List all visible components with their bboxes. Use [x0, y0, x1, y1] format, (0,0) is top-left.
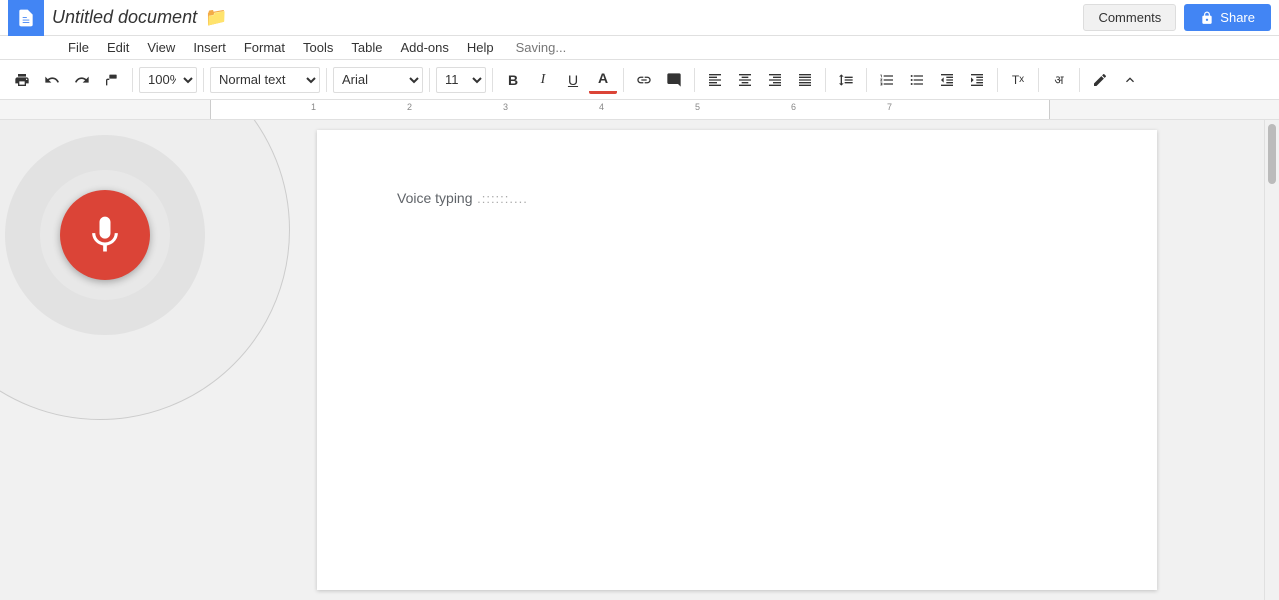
- microphone-icon: [83, 213, 127, 257]
- menu-bar: File Edit View Insert Format Tools Table…: [0, 36, 1279, 60]
- voice-circle-inner: [40, 170, 170, 300]
- style-select[interactable]: Normal text Heading 1 Heading 2 Title: [210, 67, 320, 93]
- separator-9: [866, 68, 867, 92]
- separator-4: [429, 68, 430, 92]
- separator-2: [203, 68, 204, 92]
- top-bar: Untitled document 📁 Comments Share: [0, 0, 1279, 36]
- scrollbar-thumb[interactable]: [1268, 124, 1276, 184]
- paint-format-button[interactable]: [98, 66, 126, 94]
- align-center-button[interactable]: [731, 66, 759, 94]
- folder-icon[interactable]: 📁: [205, 7, 227, 28]
- comments-button[interactable]: Comments: [1083, 4, 1176, 31]
- document-content[interactable]: Voice typing .::::::....: [397, 190, 1077, 206]
- menu-file[interactable]: File: [60, 38, 97, 57]
- undo-button[interactable]: [38, 66, 66, 94]
- microphone-button[interactable]: [60, 190, 150, 280]
- toolbar: 100% 75% 50% 125% 150% Normal text Headi…: [0, 60, 1279, 100]
- bulleted-list-button[interactable]: [903, 66, 931, 94]
- underline-button[interactable]: U: [559, 66, 587, 94]
- menu-addons[interactable]: Add-ons: [392, 38, 456, 57]
- expand-toolbar-button[interactable]: [1116, 66, 1144, 94]
- increase-indent-button[interactable]: [963, 66, 991, 94]
- saving-status: Saving...: [516, 40, 567, 55]
- voice-circle-outer: [5, 135, 205, 335]
- separator-11: [1038, 68, 1039, 92]
- share-button[interactable]: Share: [1184, 4, 1271, 31]
- menu-table[interactable]: Table: [343, 38, 390, 57]
- separator-5: [492, 68, 493, 92]
- app-icon: [8, 0, 44, 36]
- insert-comment-button[interactable]: [660, 66, 688, 94]
- italic-button[interactable]: I: [529, 66, 557, 94]
- menu-view[interactable]: View: [139, 38, 183, 57]
- voice-panel: [0, 120, 210, 600]
- clear-formatting-button[interactable]: Tx: [1004, 66, 1032, 94]
- justify-button[interactable]: [791, 66, 819, 94]
- document-title[interactable]: Untitled document: [52, 7, 197, 28]
- numbered-list-button[interactable]: [873, 66, 901, 94]
- drawing-button[interactable]: [1086, 66, 1114, 94]
- separator-3: [326, 68, 327, 92]
- menu-insert[interactable]: Insert: [185, 38, 234, 57]
- line-spacing-button[interactable]: [832, 66, 860, 94]
- redo-button[interactable]: [68, 66, 96, 94]
- align-right-button[interactable]: [761, 66, 789, 94]
- font-size-select[interactable]: 8 9 10 11 12 14 18 24: [436, 67, 486, 93]
- menu-tools[interactable]: Tools: [295, 38, 341, 57]
- document-page[interactable]: Voice typing .::::::....: [317, 130, 1157, 590]
- share-label: Share: [1220, 10, 1255, 25]
- voice-typing-text: Voice typing: [397, 190, 473, 206]
- input-tools-button[interactable]: अ: [1045, 66, 1073, 94]
- menu-help[interactable]: Help: [459, 38, 502, 57]
- align-left-button[interactable]: [701, 66, 729, 94]
- separator-8: [825, 68, 826, 92]
- voice-typing-cursor: .::::::....: [473, 191, 528, 206]
- content-area: Voice typing .::::::....: [0, 120, 1279, 600]
- separator-1: [132, 68, 133, 92]
- separator-10: [997, 68, 998, 92]
- print-button[interactable]: [8, 66, 36, 94]
- decrease-indent-button[interactable]: [933, 66, 961, 94]
- right-scrollbar[interactable]: [1264, 120, 1279, 600]
- zoom-select[interactable]: 100% 75% 50% 125% 150%: [139, 67, 197, 93]
- text-color-button[interactable]: A: [589, 66, 617, 94]
- insert-link-button[interactable]: [630, 66, 658, 94]
- lock-icon: [1200, 11, 1214, 25]
- font-select[interactable]: Arial Times New Roman Courier New: [333, 67, 423, 93]
- separator-7: [694, 68, 695, 92]
- page-container[interactable]: Voice typing .::::::....: [210, 120, 1264, 600]
- ruler: 1 2 3 4 5 6 7: [0, 100, 1279, 120]
- bold-button[interactable]: B: [499, 66, 527, 94]
- menu-edit[interactable]: Edit: [99, 38, 137, 57]
- separator-6: [623, 68, 624, 92]
- top-bar-right: Comments Share: [1083, 4, 1271, 31]
- menu-format[interactable]: Format: [236, 38, 293, 57]
- ruler-inner: 1 2 3 4 5 6 7: [210, 100, 1050, 120]
- separator-12: [1079, 68, 1080, 92]
